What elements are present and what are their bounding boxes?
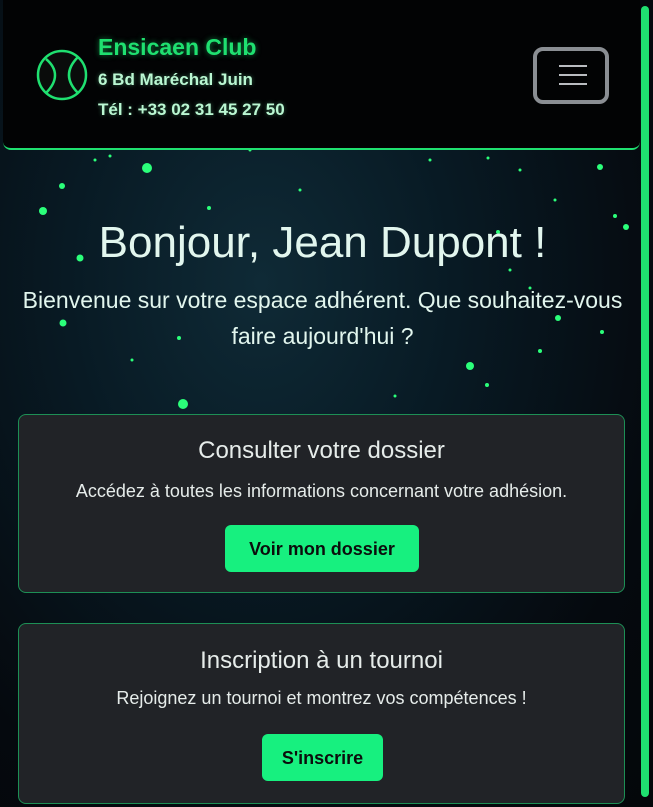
navbar: Ensicaen Club 6 Bd Maréchal Juin Tél : +…	[3, 0, 640, 150]
hamburger-menu-icon	[559, 65, 587, 67]
card-title: Inscription à un tournoi	[200, 647, 443, 674]
tennis-ball-icon[interactable]	[36, 49, 88, 101]
welcome-text: Bienvenue sur votre espace adhérent. Que…	[22, 287, 623, 349]
club-name[interactable]: Ensicaen Club	[98, 34, 256, 61]
card-dossier: Consulter votre dossier Accédez à toutes…	[18, 414, 625, 593]
card-text: Accédez à toutes les informations concer…	[75, 481, 568, 501]
club-address: 6 Bd Maréchal Juin	[98, 70, 253, 89]
greeting-heading: Bonjour, Jean Dupont !	[98, 218, 547, 267]
hamburger-menu-icon	[559, 83, 587, 85]
page: Ensicaen Club 6 Bd Maréchal Juin Tél : +…	[0, 0, 653, 807]
hamburger-menu-icon	[559, 74, 587, 76]
card-text: Rejoignez un tournoi et montrez vos comp…	[116, 688, 527, 708]
view-dossier-button[interactable]: Voir mon dossier	[225, 525, 419, 572]
club-phone: Tél : +33 02 31 45 27 50	[98, 100, 285, 119]
hamburger-menu-button[interactable]	[533, 47, 609, 104]
scrollbar[interactable]	[641, 6, 649, 797]
card-tournament: Inscription à un tournoi Rejoignez un to…	[18, 623, 625, 804]
card-title: Consulter votre dossier	[198, 437, 445, 464]
register-button[interactable]: S'inscrire	[262, 734, 383, 781]
